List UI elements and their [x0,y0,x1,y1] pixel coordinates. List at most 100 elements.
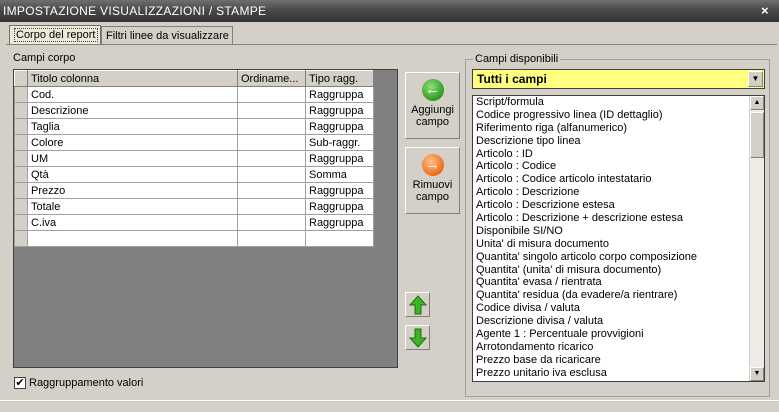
cell-ordinamento[interactable] [237,134,306,151]
row-selector[interactable] [14,166,28,183]
campi-corpo-table[interactable]: Titolo colonna Ordiname... Tipo ragg. Co… [14,70,374,247]
cell-ordinamento[interactable] [237,214,306,231]
list-item[interactable]: Riferimento riga (alfanumerico) [473,122,764,135]
scroll-down-icon[interactable]: ▼ [750,367,764,381]
table-row[interactable]: Qtà Somma [14,166,374,183]
cell-ordinamento[interactable] [237,230,306,247]
cell-ordinamento[interactable] [237,198,306,215]
table-row[interactable]: UM Raggruppa [14,150,374,167]
cell-tipo-ragg[interactable]: Raggruppa [305,118,374,135]
list-item[interactable]: Unita' di misura documento [473,238,764,251]
row-selector[interactable] [14,102,28,119]
list-item[interactable]: Articolo : Codice articolo intestatario [473,173,764,186]
list-item[interactable]: Descrizione tipo linea [473,135,764,148]
rimuovi-campo-button[interactable]: → Rimuovi campo [405,147,460,214]
cell-ordinamento[interactable] [237,150,306,167]
move-up-button[interactable] [405,292,430,317]
row-selector[interactable] [14,86,28,103]
campi-corpo-grid[interactable]: Titolo colonna Ordiname... Tipo ragg. Co… [13,69,398,368]
campi-filter-select[interactable]: Tutti i campi ▼ [472,69,765,89]
table-row[interactable]: Prezzo Raggruppa [14,182,374,199]
table-row[interactable]: Colore Sub-raggr. [14,134,374,151]
raggruppamento-valori-checkbox[interactable]: ✔ [14,377,26,389]
cell-tipo-ragg[interactable]: Raggruppa [305,214,374,231]
cell-ordinamento[interactable] [237,166,306,183]
cell-tipo-ragg[interactable]: Sub-raggr. [305,134,374,151]
list-scrollbar[interactable]: ▲ ▼ [749,96,764,381]
list-item[interactable]: Articolo : Codice [473,160,764,173]
campi-corpo-label: Campi corpo [13,52,76,64]
list-item[interactable]: Arrotondamento ricarico [473,341,764,354]
table-row[interactable] [14,230,374,247]
window-title: IMPOSTAZIONE VISUALIZZAZIONI / STAMPE [3,4,267,18]
list-item[interactable]: Quantita' (unita' di misura documento) [473,264,764,277]
cell-titolo[interactable]: Colore [27,134,238,151]
list-item[interactable]: Articolo : Descrizione estesa [473,199,764,212]
list-item[interactable]: Articolo : ID [473,148,764,161]
table-row[interactable]: Descrizione Raggruppa [14,102,374,119]
cell-tipo-ragg[interactable]: Raggruppa [305,86,374,103]
aggiungi-campo-button[interactable]: ← Aggiungi campo [405,72,460,139]
cell-ordinamento[interactable] [237,118,306,135]
scroll-up-icon[interactable]: ▲ [750,96,764,110]
row-selector[interactable] [14,182,28,199]
close-button[interactable]: × [757,3,773,18]
list-item[interactable]: Prezzo unitario iva esclusa [473,367,764,380]
table-row[interactable]: Cod. Raggruppa [14,86,374,103]
cell-tipo-ragg[interactable]: Raggruppa [305,182,374,199]
row-selector[interactable] [14,198,28,215]
list-item[interactable]: Codice progressivo linea (ID dettaglio) [473,109,764,122]
list-item[interactable]: Articolo : Descrizione + descrizione est… [473,212,764,225]
row-selector[interactable] [14,134,28,151]
cell-tipo-ragg[interactable]: Raggruppa [305,102,374,119]
cell-ordinamento[interactable] [237,86,306,103]
cell-titolo[interactable]: Descrizione [27,102,238,119]
table-row[interactable]: Totale Raggruppa [14,198,374,215]
campi-disponibili-list[interactable]: Script/formula Codice progressivo linea (… [472,95,765,382]
row-selector[interactable] [14,118,28,135]
raggruppamento-valori-row[interactable]: ✔ Raggruppamento valori [14,377,143,389]
cell-titolo[interactable]: C.iva [27,214,238,231]
raggruppamento-valori-label: Raggruppamento valori [29,377,144,389]
cell-tipo-ragg[interactable] [305,230,374,247]
cell-ordinamento[interactable] [237,102,306,119]
row-selector[interactable] [14,214,28,231]
cell-titolo[interactable] [27,230,238,247]
cell-titolo[interactable]: Qtà [27,166,238,183]
list-item[interactable]: Script/formula [473,96,764,109]
list-item[interactable]: Articolo : Descrizione [473,186,764,199]
scrollbar-thumb[interactable] [750,112,764,158]
cell-ordinamento[interactable] [237,182,306,199]
rimuovi-label-1: Rimuovi [412,179,453,191]
column-header-tipo-ragg[interactable]: Tipo ragg. [305,70,374,87]
tab-corpo-del-report[interactable]: Corpo del report [9,25,101,45]
column-header-ordinamento[interactable]: Ordiname... [237,70,306,87]
list-item[interactable]: Codice divisa / valuta [473,302,764,315]
list-item[interactable]: Prezzo base da ricaricare [473,354,764,367]
arrow-right-icon: → [421,154,444,176]
cell-titolo[interactable]: Taglia [27,118,238,135]
row-selector[interactable] [14,150,28,167]
list-item[interactable]: Quantita' evasa / rientrata [473,276,764,289]
table-row[interactable]: C.iva Raggruppa [14,214,374,231]
list-item[interactable]: Agente 1 : Percentuale provvigioni [473,328,764,341]
column-header-titolo[interactable]: Titolo colonna [27,70,238,87]
tab-label: Filtri linee da visualizzare [106,30,229,42]
cell-tipo-ragg[interactable]: Raggruppa [305,150,374,167]
list-item[interactable]: Disponibile SI/NO [473,225,764,238]
move-down-button[interactable] [405,325,430,350]
list-item[interactable]: Descrizione divisa / valuta [473,315,764,328]
cell-titolo[interactable]: UM [27,150,238,167]
list-item[interactable]: Quantita' singolo articolo corpo composi… [473,251,764,264]
row-selector[interactable] [14,230,28,247]
cell-titolo[interactable]: Cod. [27,86,238,103]
table-row[interactable]: Taglia Raggruppa [14,118,374,135]
cell-tipo-ragg[interactable]: Somma [305,166,374,183]
cell-titolo[interactable]: Prezzo [27,182,238,199]
tab-filtri-linee[interactable]: Filtri linee da visualizzare [101,26,233,45]
chevron-down-icon[interactable]: ▼ [748,71,763,87]
cell-tipo-ragg[interactable]: Raggruppa [305,198,374,215]
cell-titolo[interactable]: Totale [27,198,238,215]
list-item[interactable]: Quantita' residua (da evadere/a rientrar… [473,289,764,302]
arrow-up-icon [408,294,427,314]
